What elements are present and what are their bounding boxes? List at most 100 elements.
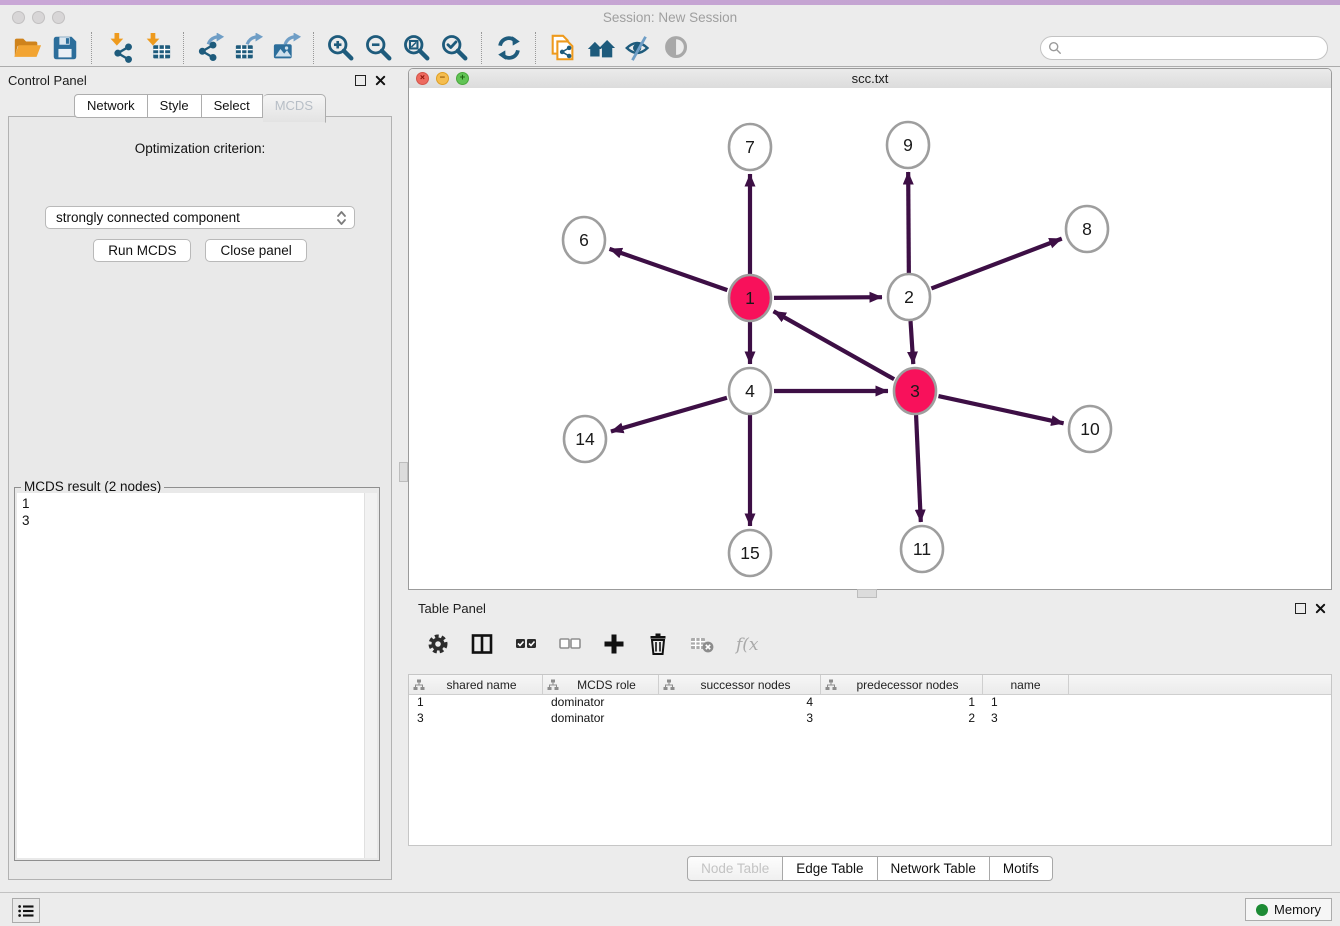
node-1[interactable]: 1 [729, 275, 771, 321]
edge-3-11[interactable] [916, 415, 921, 522]
edge-2-8[interactable] [931, 239, 1061, 289]
show-all-button [658, 31, 696, 65]
node-9[interactable]: 9 [887, 122, 929, 168]
export-image-button[interactable] [268, 31, 306, 65]
float-table-panel-icon[interactable] [1295, 603, 1306, 614]
app-title: Session: New Session [0, 10, 1340, 25]
close-panel-icon[interactable] [375, 75, 386, 86]
edge-4-14[interactable] [611, 398, 727, 432]
close-table-panel-icon[interactable] [1315, 603, 1326, 614]
cell-successor-nodes[interactable]: 4 [659, 695, 821, 711]
tab-network[interactable]: Network [74, 94, 148, 118]
network-window-titlebar[interactable]: × − + scc.txt [409, 69, 1331, 89]
column-header-shared-name[interactable]: shared name [409, 675, 543, 694]
node-10[interactable]: 10 [1069, 406, 1111, 452]
cell-MCDS-role[interactable]: dominator [543, 711, 659, 727]
tab-mcds[interactable]: MCDS [263, 94, 326, 123]
memory-status-icon [1256, 904, 1268, 916]
cell-predecessor-nodes[interactable]: 1 [821, 695, 983, 711]
zoom-out-button[interactable] [360, 31, 398, 65]
search-input[interactable] [1040, 36, 1328, 60]
add-column-button[interactable] [602, 630, 626, 658]
mcds-result-scrollbar[interactable] [364, 493, 377, 858]
refresh-view-button[interactable] [490, 31, 528, 65]
horizontal-splitter-handle[interactable] [399, 462, 408, 482]
tab-select[interactable]: Select [202, 94, 263, 118]
edge-3-10[interactable] [938, 396, 1063, 423]
save-session-button[interactable] [46, 31, 84, 65]
cell-name[interactable]: 1 [983, 695, 1069, 711]
table-panel-header: Table Panel [408, 596, 1332, 620]
node-4[interactable]: 4 [729, 368, 771, 414]
mcds-result-list[interactable]: 13 [17, 493, 365, 858]
cell-successor-nodes[interactable]: 3 [659, 711, 821, 727]
import-table-button[interactable] [138, 31, 176, 65]
node-7[interactable]: 7 [729, 124, 771, 170]
toggle-column-panel-icon [470, 632, 494, 656]
toolbar-separator [183, 32, 185, 64]
node-15[interactable]: 15 [729, 530, 771, 576]
edge-2-9[interactable] [908, 172, 909, 273]
cell-shared-name[interactable]: 3 [409, 711, 543, 727]
column-header-successor-nodes[interactable]: successor nodes [659, 675, 821, 694]
export-table-button[interactable] [230, 31, 268, 65]
node-2[interactable]: 2 [888, 274, 930, 320]
control-panel: Control Panel NetworkStyleSelectMCDS Opt… [8, 68, 392, 880]
table-row[interactable]: 3dominator323 [409, 711, 1331, 727]
node-14[interactable]: 14 [564, 416, 606, 462]
export-network-button[interactable] [192, 31, 230, 65]
export-table-icon [234, 33, 264, 63]
optimization-select[interactable]: strongly connected component [45, 206, 355, 229]
node-table: shared name MCDS role successor nodesprede… [408, 674, 1332, 846]
column-header-name[interactable]: name [983, 675, 1069, 694]
import-network-button[interactable] [100, 31, 138, 65]
select-all-columns-button[interactable] [514, 630, 538, 658]
delete-table-icon [690, 632, 714, 656]
tab-style[interactable]: Style [148, 94, 202, 118]
edge-3-1[interactable] [774, 311, 895, 379]
tab-network-table[interactable]: Network Table [878, 856, 990, 881]
first-neighbors-button[interactable] [582, 31, 620, 65]
edge-1-6[interactable] [609, 249, 727, 290]
close-panel-button[interactable]: Close panel [205, 239, 306, 262]
table-row[interactable]: 1dominator411 [409, 695, 1331, 711]
cell-shared-name[interactable]: 1 [409, 695, 543, 711]
deselect-all-columns-button[interactable] [558, 630, 582, 658]
column-header-MCDS-role[interactable]: MCDS role [543, 675, 659, 694]
run-mcds-button[interactable]: Run MCDS [93, 239, 191, 262]
cell-predecessor-nodes[interactable]: 2 [821, 711, 983, 727]
zoom-fit-button[interactable] [398, 31, 436, 65]
open-session-icon [12, 33, 42, 63]
app-titlebar: Session: New Session [0, 5, 1340, 29]
column-header-predecessor-nodes[interactable]: predecessor nodes [821, 675, 983, 694]
tab-edge-table[interactable]: Edge Table [783, 856, 877, 881]
hide-selected-button[interactable] [620, 31, 658, 65]
node-label: 2 [904, 287, 914, 307]
toolbar-separator [313, 32, 315, 64]
cell-name[interactable]: 3 [983, 711, 1069, 727]
clone-network-button[interactable] [544, 31, 582, 65]
delete-column-button[interactable] [646, 630, 670, 658]
edge-2-3[interactable] [911, 321, 914, 364]
table-settings-button[interactable] [426, 630, 450, 658]
function-builder-button: f(x) [734, 630, 758, 658]
zoom-selected-button[interactable] [436, 31, 474, 65]
node-3[interactable]: 3 [894, 368, 936, 414]
task-history-button[interactable] [12, 898, 40, 923]
float-panel-icon[interactable] [355, 75, 366, 86]
table-panel: Table Panel f(x) shared name MCDS role suc… [408, 596, 1332, 890]
node-8[interactable]: 8 [1066, 206, 1108, 252]
node-6[interactable]: 6 [563, 217, 605, 263]
node-11[interactable]: 11 [901, 526, 943, 572]
column-label: MCDS role [559, 678, 654, 692]
tab-motifs[interactable]: Motifs [990, 856, 1053, 881]
tab-node-table[interactable]: Node Table [687, 856, 783, 881]
cell-MCDS-role[interactable]: dominator [543, 695, 659, 711]
edge-1-2[interactable] [774, 297, 882, 298]
zoom-in-button[interactable] [322, 31, 360, 65]
network-graph-canvas[interactable]: 1 2 3 4 6 7 8 9 10 11 14 15 [409, 88, 1331, 589]
mcds-result-title: MCDS result (2 nodes) [21, 479, 164, 494]
memory-button[interactable]: Memory [1245, 898, 1332, 921]
toggle-column-panel-button[interactable] [470, 630, 494, 658]
open-session-button[interactable] [8, 31, 46, 65]
